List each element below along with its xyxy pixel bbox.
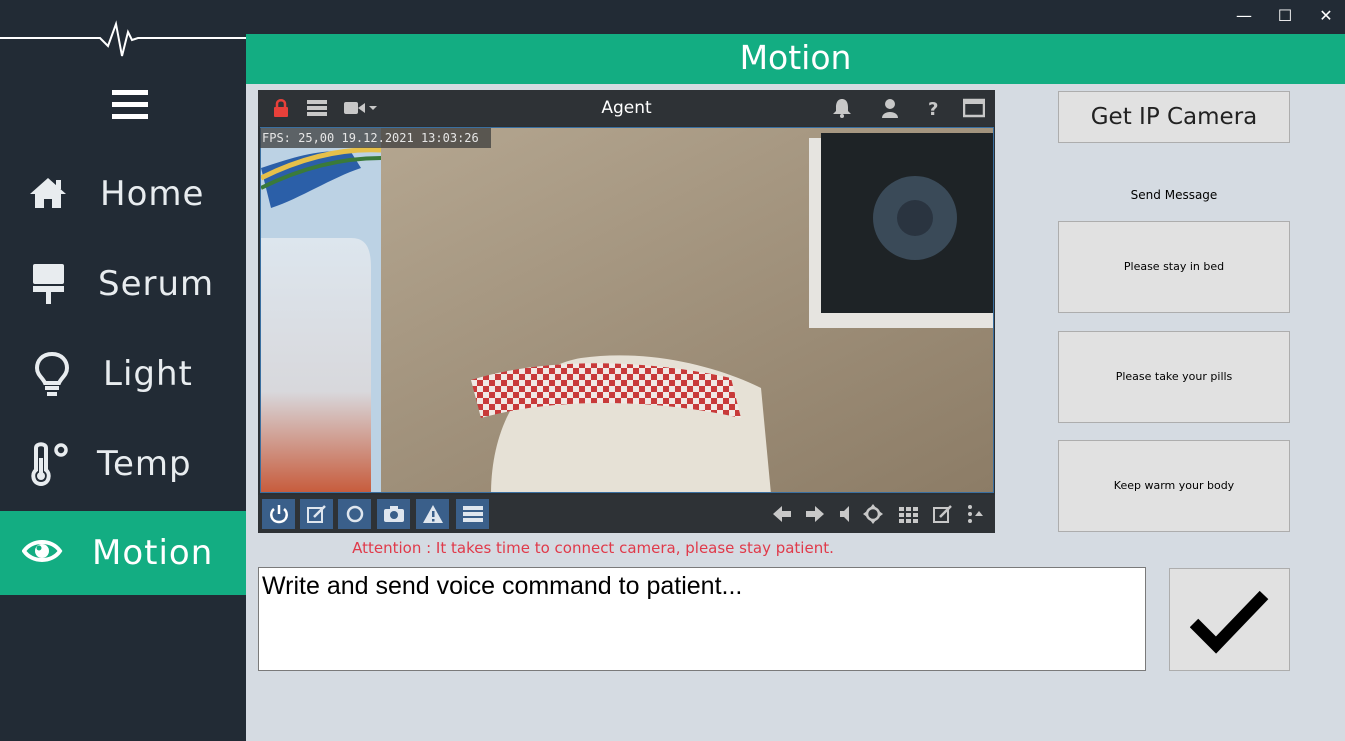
edit-layout-icon[interactable] — [932, 504, 954, 524]
sidebar-item-temp[interactable]: Temp — [0, 422, 246, 506]
maximize-button[interactable]: ☐ — [1271, 4, 1299, 28]
edit-icon — [307, 505, 326, 523]
camera-icon — [384, 506, 404, 522]
power-button[interactable] — [262, 499, 295, 529]
snapshot-button[interactable] — [377, 499, 410, 529]
ptz-control-icon[interactable] — [862, 504, 884, 524]
heartbeat-logo-icon — [0, 20, 246, 57]
message-button-stay-in-bed[interactable]: Please stay in bed — [1058, 221, 1290, 313]
send-command-button[interactable] — [1169, 568, 1290, 671]
message-button-take-pills[interactable]: Please take your pills — [1058, 331, 1290, 423]
sidebar: Home Serum Light Temp Motion — [0, 0, 246, 741]
camera-feed — [260, 127, 994, 493]
camera-controls-bar — [258, 495, 995, 533]
more-options-icon[interactable] — [965, 504, 987, 524]
sidebar-item-label: Light — [103, 354, 193, 394]
sidebar-item-label: Temp — [97, 444, 192, 484]
checkmark-icon — [1190, 590, 1269, 654]
page-header: Motion — [246, 34, 1345, 84]
get-ip-camera-button[interactable]: Get IP Camera — [1058, 91, 1290, 143]
minimize-button[interactable]: — — [1230, 4, 1258, 28]
svg-text:?: ? — [928, 99, 938, 118]
alert-button[interactable] — [416, 499, 449, 529]
storage-button[interactable] — [456, 499, 489, 529]
camera-panel: Agent ? FPS: 25,00 19.12.2021 13:03:26 — [258, 90, 995, 533]
camera-feed-image — [261, 128, 993, 492]
sidebar-item-home[interactable]: Home — [0, 152, 246, 236]
speaker-icon[interactable] — [836, 504, 858, 524]
edit-button[interactable] — [300, 499, 333, 529]
home-icon — [30, 178, 66, 208]
lightbulb-icon — [34, 351, 70, 396]
sidebar-item-motion[interactable]: Motion — [0, 511, 246, 595]
bell-icon[interactable] — [831, 98, 853, 118]
camera-fps-overlay: FPS: 25,00 19.12.2021 13:03:26 — [260, 128, 491, 148]
page-title: Motion — [739, 38, 852, 77]
sidebar-item-light[interactable]: Light — [0, 332, 246, 416]
voice-command-input[interactable] — [258, 567, 1146, 671]
sidebar-item-label: Motion — [92, 533, 214, 573]
sidebar-item-serum[interactable]: Serum — [0, 242, 246, 326]
user-icon[interactable] — [879, 98, 901, 118]
sidebar-item-label: Serum — [98, 264, 215, 304]
message-button-keep-warm[interactable]: Keep warm your body — [1058, 440, 1290, 532]
arrow-right-icon[interactable] — [804, 504, 826, 524]
attention-message: Attention : It takes time to connect cam… — [352, 539, 834, 557]
help-icon[interactable]: ? — [922, 98, 944, 118]
send-message-label: Send Message — [1130, 188, 1218, 202]
record-icon — [346, 505, 364, 523]
thermometer-icon — [31, 442, 68, 487]
fullscreen-icon[interactable] — [963, 98, 985, 118]
record-button[interactable] — [338, 499, 371, 529]
power-icon — [270, 505, 288, 524]
grid-icon[interactable] — [897, 504, 919, 524]
storage-icon — [463, 506, 483, 522]
close-button[interactable]: ✕ — [1312, 4, 1340, 28]
sidebar-item-label: Home — [100, 174, 205, 214]
camera-toolbar: Agent ? — [258, 90, 995, 126]
serum-icon — [33, 264, 64, 304]
warning-icon — [423, 505, 443, 523]
hamburger-menu-button[interactable] — [112, 90, 152, 126]
arrow-left-icon[interactable] — [771, 504, 793, 524]
eye-icon — [22, 540, 63, 562]
